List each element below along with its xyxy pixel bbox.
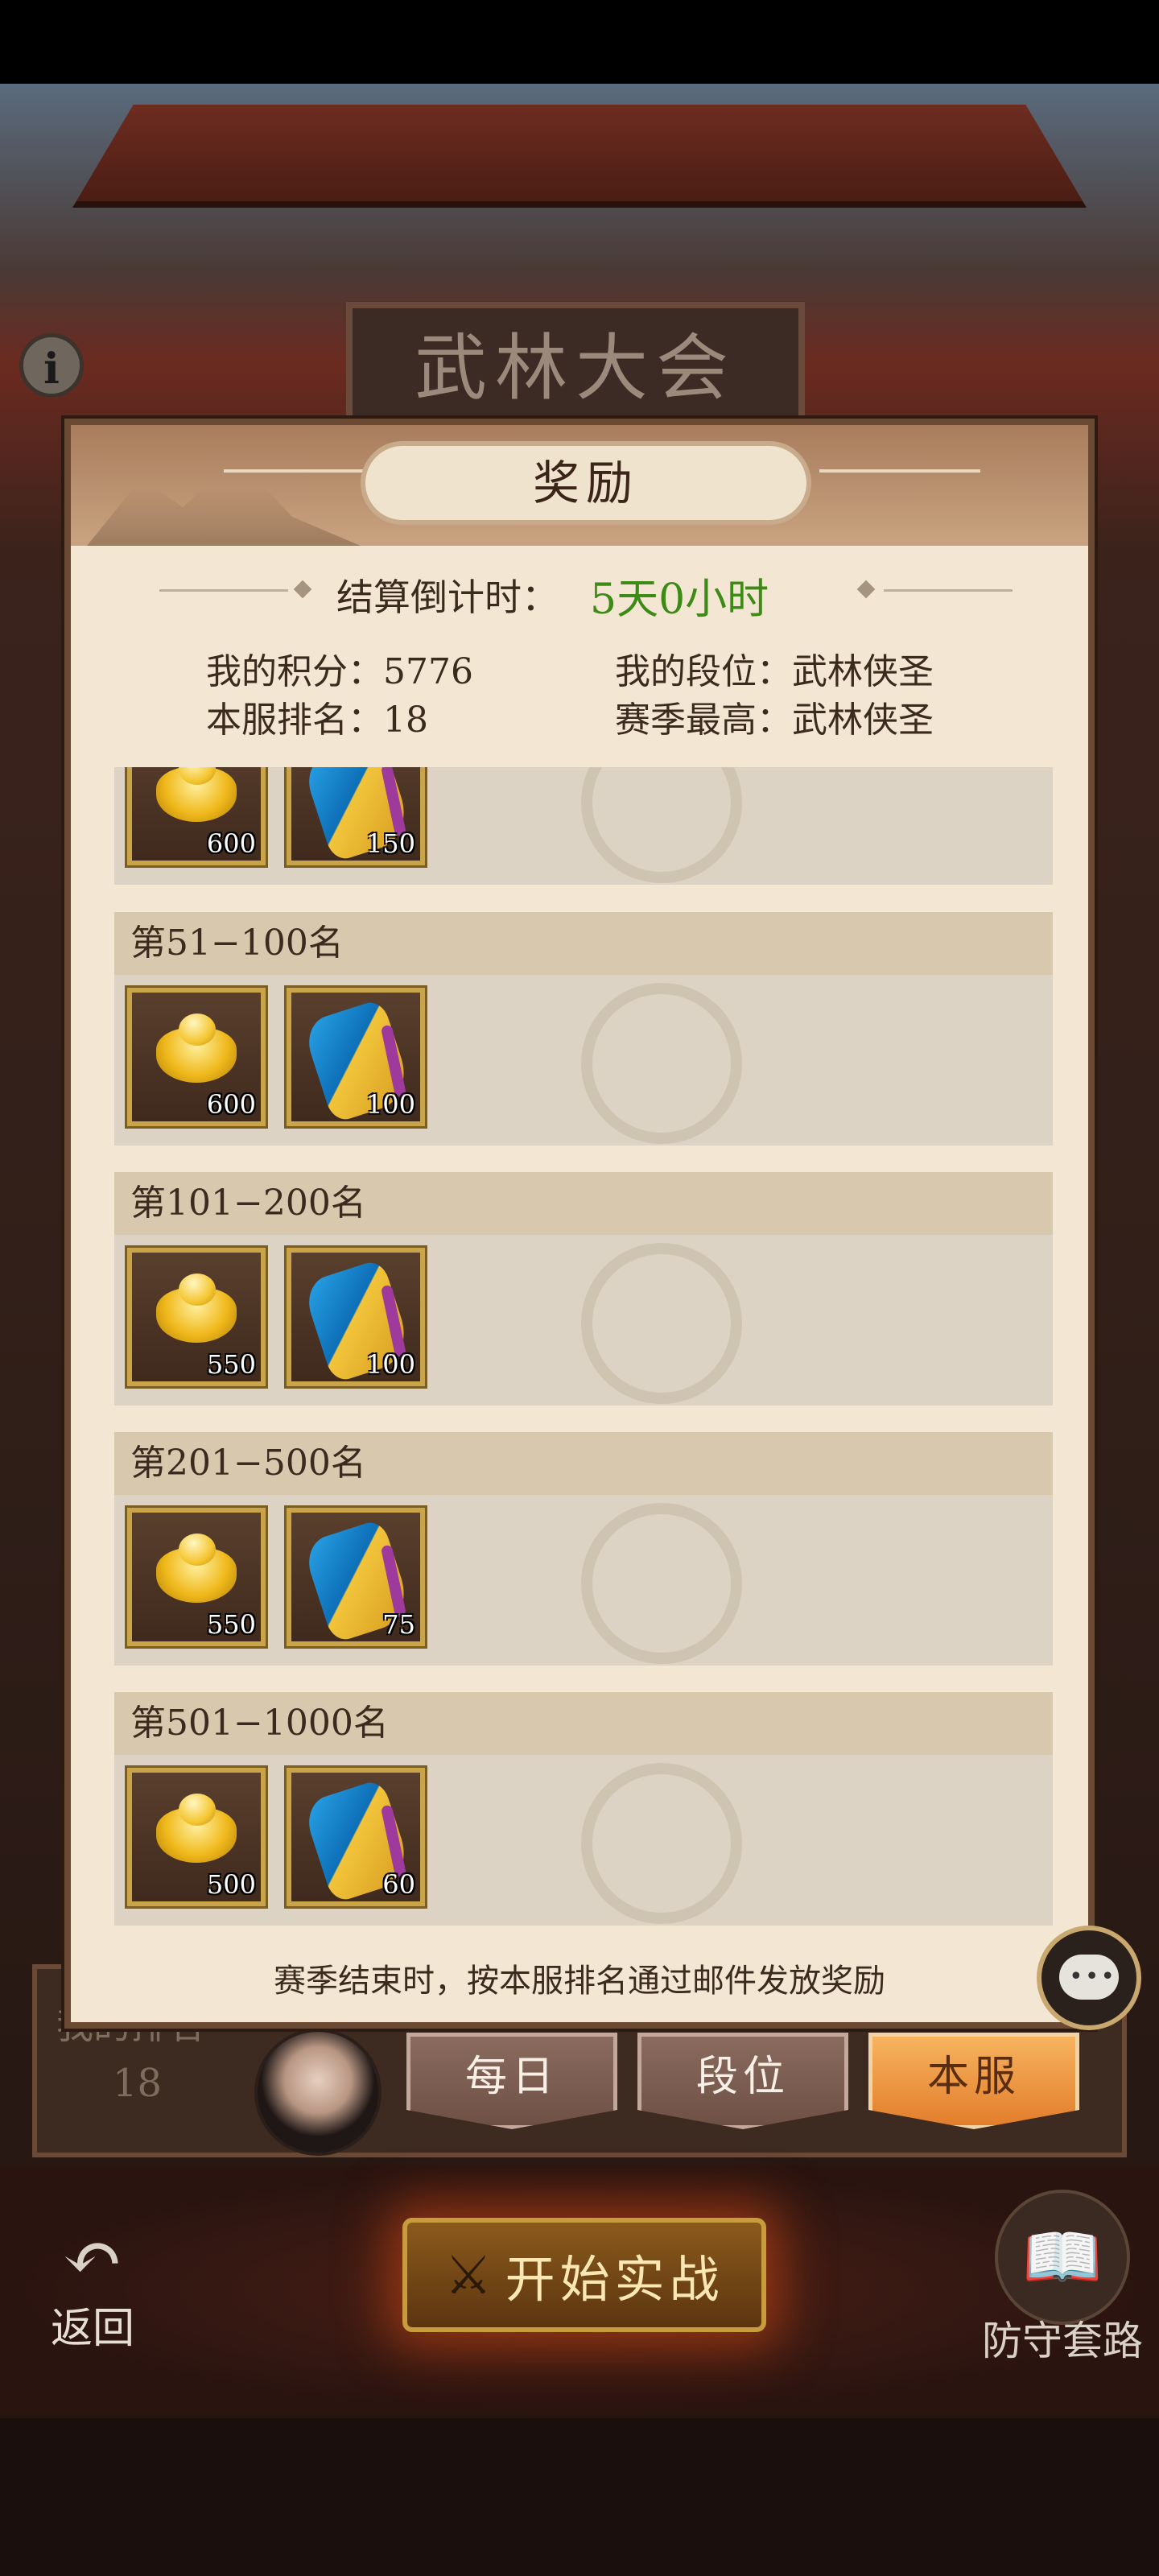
- tier-title: 第501−1000名: [114, 1692, 1053, 1755]
- gold-ingot-icon[interactable]: 550: [125, 1245, 268, 1389]
- item-quantity: 60: [382, 1869, 415, 1900]
- server-rank-value: 18: [383, 700, 428, 741]
- reward-tier: 第51−100名 600 100: [114, 912, 1053, 1146]
- back-label: 返回: [50, 2305, 134, 2353]
- season-best-value: 武林侠圣: [792, 700, 934, 741]
- token-icon[interactable]: 100: [284, 1245, 427, 1389]
- gold-ingot-icon[interactable]: 600: [125, 985, 268, 1129]
- arena-sign: 武林大会: [346, 302, 805, 423]
- ingot-top-shape: [179, 1794, 216, 1826]
- background-rank-value: 18: [113, 2061, 163, 2106]
- season-best-label: 赛季最高：: [615, 700, 792, 741]
- tier-title: 第201−500名: [114, 1432, 1053, 1495]
- tab-tier[interactable]: 段位: [637, 2033, 848, 2129]
- token-icon[interactable]: 75: [284, 1505, 427, 1649]
- book-icon: 📖: [995, 2190, 1130, 2325]
- back-button[interactable]: ↶ 返回: [32, 2215, 153, 2354]
- back-arrow-icon: ↶: [62, 2215, 123, 2300]
- tab-server[interactable]: 本服: [868, 2033, 1079, 2129]
- my-score: 我的积分：5776: [206, 642, 473, 694]
- diamond-right: [856, 580, 876, 599]
- gold-ingot-icon[interactable]: 500: [125, 1765, 268, 1909]
- season-best: 赛季最高：武林侠圣: [615, 691, 934, 742]
- divider-left: [159, 589, 288, 592]
- countdown-label: 结算倒计时：: [336, 576, 559, 619]
- mountain-decoration: [87, 459, 361, 546]
- tier-rewards: 600 100: [114, 975, 1053, 1146]
- divider-right: [884, 589, 1013, 592]
- tier-rewards: 550 100: [114, 1235, 1053, 1406]
- tier-rewards: 500 60: [114, 1755, 1053, 1926]
- my-tier-label: 我的段位：: [615, 651, 792, 692]
- token-icon[interactable]: 150: [284, 767, 427, 868]
- ingot-top-shape: [179, 1274, 216, 1306]
- tier-title: 第101−200名: [114, 1172, 1053, 1235]
- defense-routine-button[interactable]: 📖 防守套路: [966, 2190, 1159, 2367]
- item-quantity: 550: [206, 1349, 256, 1380]
- item-quantity: 100: [365, 1089, 415, 1120]
- avatar: [254, 2029, 382, 2156]
- reward-list[interactable]: 600 150 第51−100名 600 100 第101−200名 550 1…: [114, 767, 1053, 1942]
- item-quantity: 150: [365, 828, 415, 859]
- gold-ingot-icon[interactable]: 550: [125, 1505, 268, 1649]
- reward-tier: 600 150: [114, 767, 1053, 885]
- my-score-value: 5776: [383, 651, 473, 692]
- reward-tier: 第101−200名 550 100: [114, 1172, 1053, 1406]
- token-icon[interactable]: 100: [284, 985, 427, 1129]
- chat-button[interactable]: •••: [1037, 1926, 1141, 2030]
- watermark-decoration: [581, 1503, 742, 1664]
- watermark-decoration: [581, 767, 742, 883]
- tier-rewards: 600 150: [114, 767, 1053, 885]
- countdown-row: 结算倒计时： 5天0小时: [71, 562, 1088, 624]
- token-icon[interactable]: 60: [284, 1765, 427, 1909]
- server-rank: 本服排名：18: [206, 691, 428, 742]
- roof-decoration: [72, 105, 1087, 208]
- gold-ingot-icon[interactable]: 600: [125, 767, 268, 868]
- start-battle-button[interactable]: ⚔ 开始实战: [402, 2218, 766, 2332]
- footer-note: 赛季结束时，按本服排名通过邮件发放奖励: [274, 1963, 885, 2000]
- ingot-top-shape: [179, 1534, 216, 1566]
- reward-tier: 第201−500名 550 75: [114, 1432, 1053, 1666]
- my-tier: 我的段位：武林侠圣: [615, 642, 934, 694]
- dialog-title: 奖励: [361, 441, 811, 525]
- crossed-swords-icon: ⚔: [444, 2244, 493, 2306]
- chat-dots-icon: •••: [1069, 1963, 1117, 1991]
- item-quantity: 600: [206, 828, 256, 859]
- countdown-value: 5天0小时: [590, 576, 769, 624]
- tab-daily[interactable]: 每日: [406, 2033, 617, 2129]
- item-quantity: 550: [206, 1609, 256, 1640]
- status-bar: [0, 0, 1159, 84]
- watermark-decoration: [581, 1763, 742, 1924]
- my-tier-value: 武林侠圣: [792, 651, 934, 692]
- tier-title: 第51−100名: [114, 912, 1053, 975]
- watermark-decoration: [581, 983, 742, 1144]
- reward-dialog: 奖励 结算倒计时： 5天0小时 我的积分：5776 我的段位：武林侠圣 本服排名…: [64, 419, 1095, 2029]
- info-icon[interactable]: i: [19, 333, 84, 398]
- reward-tier: 第501−1000名 500 60: [114, 1692, 1053, 1926]
- item-quantity: 600: [206, 1089, 256, 1120]
- tier-rewards: 550 75: [114, 1495, 1053, 1666]
- defense-routine-label: 防守套路: [982, 2318, 1143, 2364]
- title-decoration-left: [224, 469, 385, 473]
- watermark-decoration: [581, 1243, 742, 1404]
- diamond-left: [293, 580, 312, 599]
- server-rank-label: 本服排名：: [206, 700, 383, 741]
- start-battle-label: 开始实战: [505, 2250, 724, 2309]
- dialog-header: 奖励: [71, 425, 1088, 546]
- item-quantity: 100: [365, 1349, 415, 1380]
- tab-bar: 每日 段位 本服: [406, 2033, 1083, 2137]
- item-quantity: 500: [206, 1869, 256, 1900]
- item-quantity: 75: [382, 1609, 415, 1640]
- ingot-top-shape: [179, 1013, 216, 1046]
- title-decoration-right: [819, 469, 980, 473]
- my-score-label: 我的积分：: [206, 651, 383, 692]
